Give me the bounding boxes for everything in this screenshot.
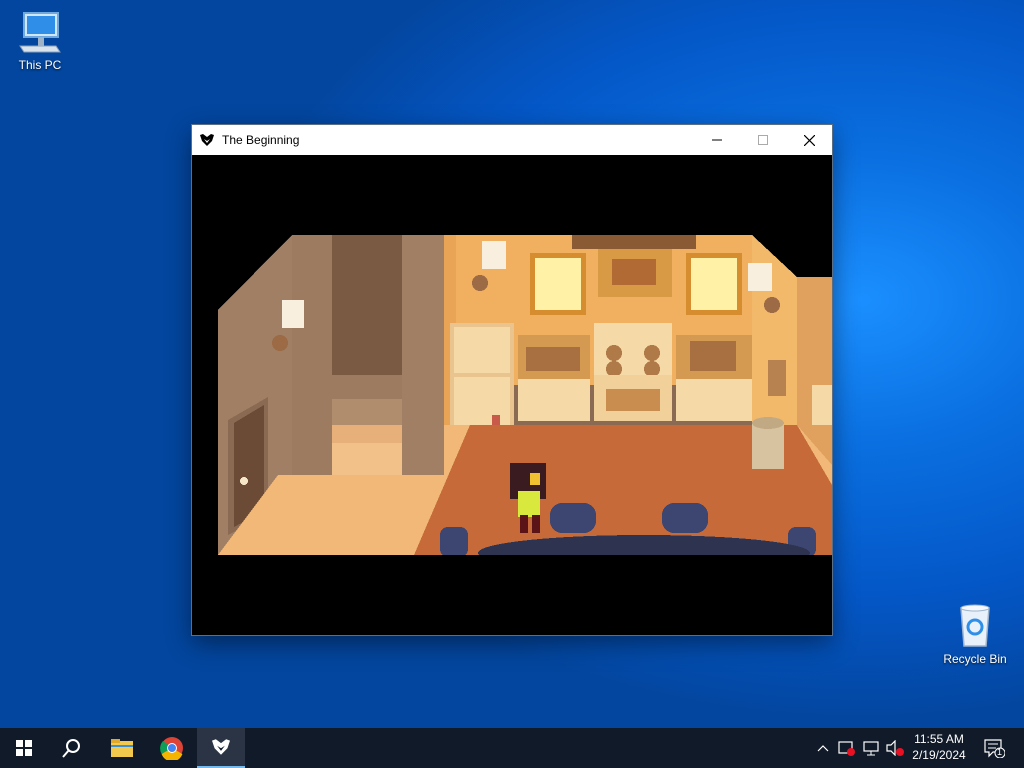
- security-alert-icon: [838, 741, 855, 756]
- file-explorer-icon: [111, 739, 133, 757]
- kitchen-scene: [192, 155, 832, 635]
- close-icon: [803, 134, 815, 146]
- window-titlebar[interactable]: The Beginning: [192, 125, 832, 155]
- search-button[interactable]: [48, 728, 96, 768]
- network-icon: [863, 741, 879, 756]
- desktop-icon-label: This PC: [18, 58, 62, 72]
- network-tray-button[interactable]: [860, 728, 882, 768]
- security-tray-button[interactable]: [836, 728, 858, 768]
- minimize-icon: [712, 139, 722, 141]
- game-window[interactable]: The Beginning: [192, 125, 832, 635]
- notification-center-button[interactable]: 1: [978, 728, 1010, 768]
- deltarune-icon: [192, 133, 222, 147]
- search-icon: [62, 739, 80, 758]
- show-hidden-icons-button[interactable]: [812, 728, 834, 768]
- maximize-button[interactable]: [740, 125, 786, 155]
- clock-date: 2/19/2024: [912, 748, 966, 762]
- clock-time: 11:55 AM: [914, 732, 964, 746]
- deltarune-icon: [212, 739, 230, 755]
- notification-count: 1: [997, 747, 1003, 757]
- game-viewport[interactable]: [192, 155, 832, 635]
- taskbar-clock[interactable]: 11:55 AM 2/19/2024: [902, 728, 976, 768]
- computer-icon: [19, 12, 61, 53]
- recycle-bin-icon: [960, 604, 990, 647]
- taskbar: 11:55 AM 2/19/2024 1: [0, 728, 1024, 768]
- chevron-up-icon: [817, 745, 829, 752]
- chrome-icon: [160, 737, 183, 760]
- window-title: The Beginning: [222, 133, 300, 147]
- desktop-icon-label: Recycle Bin: [943, 652, 1007, 666]
- maximize-icon: [758, 135, 768, 145]
- minimize-button[interactable]: [694, 125, 740, 155]
- close-button[interactable]: [786, 125, 832, 155]
- desktop-icon-recycle-bin[interactable]: Recycle Bin: [939, 602, 1011, 666]
- file-explorer-button[interactable]: [98, 728, 146, 768]
- chrome-button[interactable]: [148, 728, 196, 768]
- start-button[interactable]: [0, 728, 48, 768]
- windows-start-icon: [16, 740, 32, 756]
- deltarune-taskbar-button[interactable]: [197, 728, 245, 768]
- desktop-icon-this-pc[interactable]: This PC: [4, 10, 76, 72]
